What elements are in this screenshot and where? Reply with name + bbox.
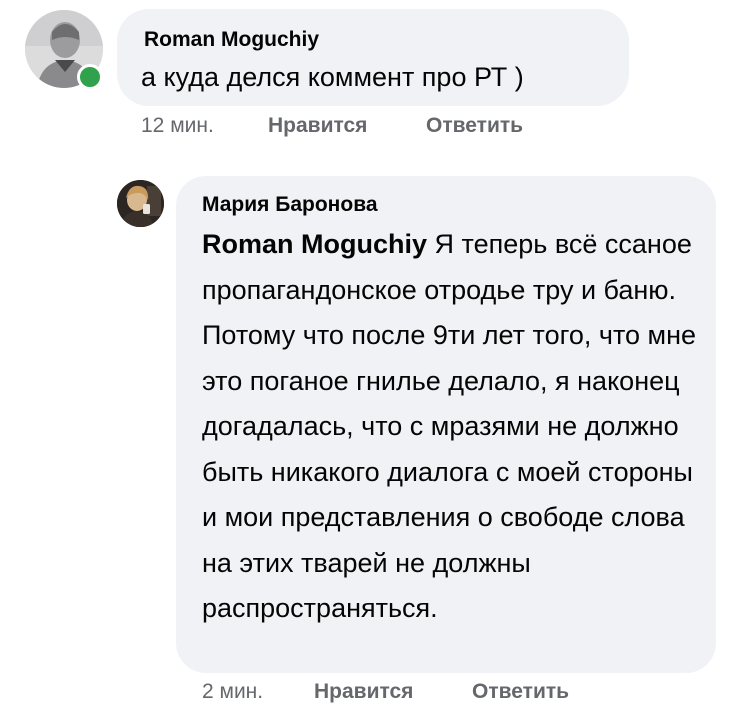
reply-text: Roman Moguchiy Я теперь всё ссаное пропа… <box>202 222 707 632</box>
reply-actions: 2 мин. Нравится Ответить <box>0 680 750 710</box>
reply-button[interactable]: Ответить <box>426 114 523 138</box>
online-status-icon <box>77 64 103 90</box>
comment-author[interactable]: Roman Moguchiy <box>144 28 319 52</box>
reply-body: Я теперь всё ссаное пропагандонское отро… <box>202 229 697 623</box>
comment-text: а куда делся коммент про РТ ) <box>141 62 524 92</box>
user-avatar-icon <box>117 180 164 227</box>
mention-link[interactable]: Roman Moguchiy <box>202 229 427 259</box>
reply-button[interactable]: Ответить <box>472 680 569 704</box>
like-button[interactable]: Нравится <box>268 114 367 138</box>
reply-time[interactable]: 2 мин. <box>202 680 263 704</box>
avatar-maria-baronova[interactable] <box>117 180 164 227</box>
comment-actions: 12 мин. Нравится Ответить <box>0 114 750 144</box>
comment-time[interactable]: 12 мин. <box>141 114 214 138</box>
like-button[interactable]: Нравится <box>314 680 413 704</box>
reply-author[interactable]: Мария Баронова <box>202 193 378 217</box>
comment-thread: Roman Moguchiy а куда делся коммент про … <box>0 0 750 725</box>
